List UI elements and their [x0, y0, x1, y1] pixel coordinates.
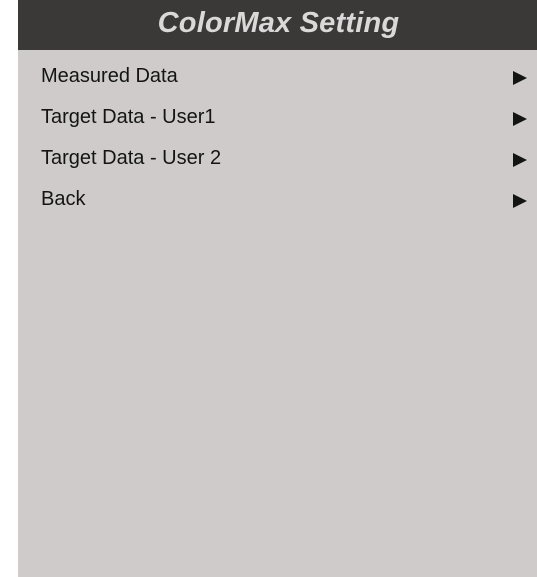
submenu-arrow-icon [513, 194, 527, 208]
menu-item-target-data-user2[interactable]: Target Data - User 2 [18, 139, 537, 180]
submenu-arrow-icon [513, 112, 527, 126]
submenu-arrow-icon [513, 71, 527, 85]
menu-item-label: Target Data - User 2 [41, 147, 222, 169]
menu-header: ColorMax Setting [18, 0, 537, 50]
menu-list: Measured Data Target Data - User1 Target… [18, 57, 537, 221]
menu-title: ColorMax Setting [157, 6, 400, 39]
submenu-arrow-icon [513, 153, 527, 167]
osd-menu-panel: ColorMax Setting Measured Data Target Da… [18, 0, 537, 577]
menu-item-label: Back [41, 188, 86, 210]
menu-item-label: Measured Data [41, 65, 178, 87]
menu-item-back[interactable]: Back [18, 180, 537, 221]
menu-item-target-data-user1[interactable]: Target Data - User1 [18, 98, 537, 139]
menu-item-label: Target Data - User1 [41, 106, 216, 128]
menu-item-measured-data[interactable]: Measured Data [18, 57, 537, 98]
